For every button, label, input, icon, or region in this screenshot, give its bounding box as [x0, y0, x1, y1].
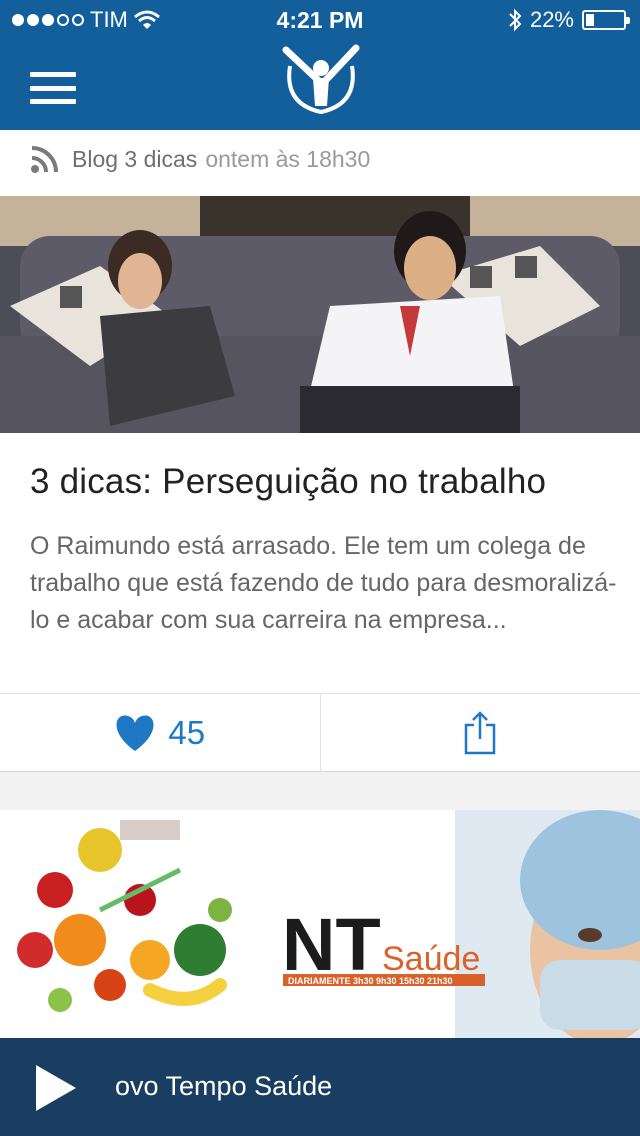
post-summary[interactable]: O Raimundo está arrasado. Ele tem um col…: [30, 528, 620, 639]
like-count: 45: [168, 713, 206, 751]
status-bar: TIM 4:21 PM 22%: [0, 0, 640, 40]
app-logo-icon[interactable]: [280, 44, 362, 116]
battery-percent: 22%: [529, 7, 574, 32]
post-card[interactable]: Blog 3 dicas ontem às 18h30 3 dicas: Per: [0, 130, 640, 772]
source-name[interactable]: Blog 3 dicas: [72, 146, 197, 173]
share-icon[interactable]: [463, 710, 497, 755]
player-title[interactable]: ovo Tempo Saúde: [115, 1071, 332, 1102]
hamburger-menu-icon[interactable]: [30, 72, 76, 104]
battery-level: [586, 14, 594, 26]
bluetooth-icon: [509, 8, 522, 32]
post-title[interactable]: 3 dicas: Perseguição no trabalho: [30, 462, 546, 502]
like-button[interactable]: 45: [0, 694, 321, 771]
audio-player: ovo Tempo Saúde: [0, 1038, 640, 1136]
brand-sub: Saúde: [382, 940, 480, 978]
app-header: TIM 4:21 PM 22%: [0, 0, 640, 130]
brand-main: NT: [282, 903, 381, 986]
battery-icon: [582, 10, 630, 30]
post-actions: 45: [0, 693, 640, 771]
schedule: DIARIAMENTE 3h30 9h30 15h30 21h30: [288, 976, 453, 986]
lemon: [78, 828, 122, 872]
nt-saude-banner[interactable]: NT Saúde DIARIAMENTE 3h30 9h30 15h30 21h…: [0, 810, 640, 1040]
heart-icon[interactable]: [114, 714, 156, 752]
post-source: Blog 3 dicas ontem às 18h30: [30, 144, 370, 174]
rss-icon: [31, 146, 58, 173]
share-button[interactable]: [321, 694, 640, 771]
status-right: 22%: [508, 7, 630, 33]
post-time: ontem às 18h30: [205, 145, 371, 172]
play-icon[interactable]: [34, 1063, 78, 1113]
post-image[interactable]: [0, 196, 640, 433]
